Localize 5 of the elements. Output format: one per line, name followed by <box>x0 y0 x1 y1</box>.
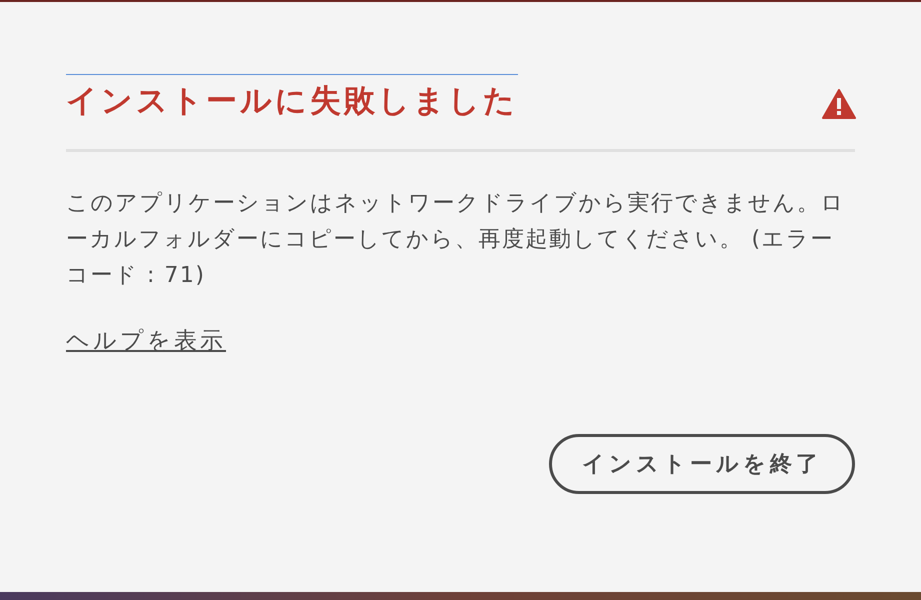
error-message: このアプリケーションはネットワークドライブから実行できません。ローカルフォルダーにコピーしてから、再度起動してください。 (エラーコード : 71) <box>66 190 846 290</box>
quit-install-button[interactable]: インストールを終了 <box>549 434 855 494</box>
warning-icon <box>822 88 856 118</box>
help-link[interactable]: ヘルプを表示 <box>66 326 226 356</box>
dialog-title: インストールに失敗しました <box>66 74 518 123</box>
